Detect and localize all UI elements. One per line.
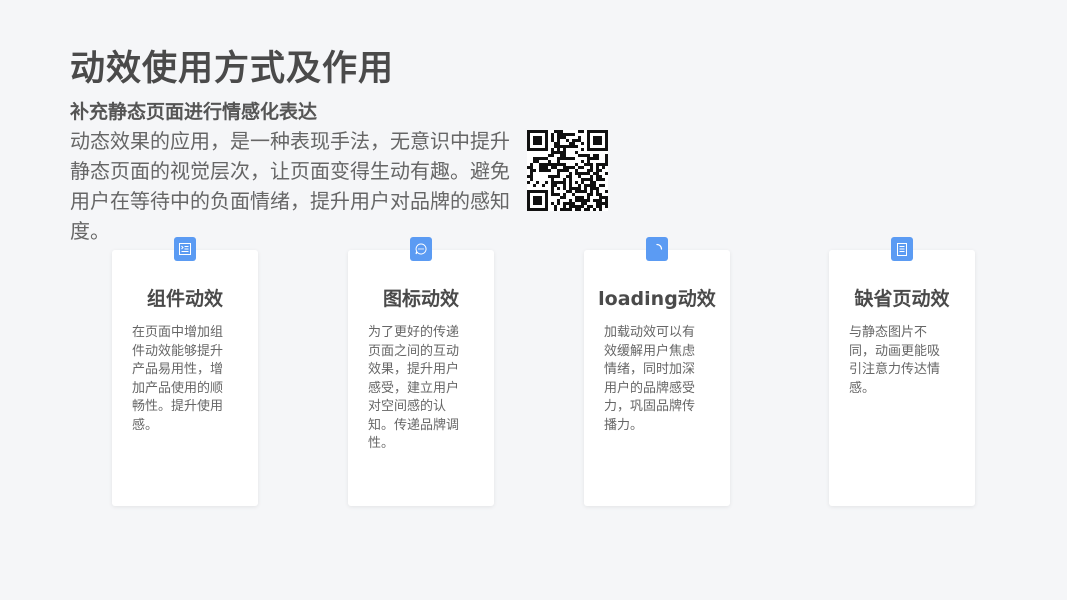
card-title: 图标动效 [382, 288, 459, 310]
card-title: 组件动效 [146, 288, 223, 310]
card-description: 与静态图片不同，动画更能吸引注意力传达情感。 [849, 325, 941, 396]
card-loading-motion: loading动效 加载动效可以有效缓解用户焦虑情绪，同时加深用户的品牌感受力，… [584, 237, 730, 506]
slide: 动效使用方式及作用 补充静态页面进行情感化表达 动态效果的应用，是一种表现手法，… [0, 0, 1067, 600]
card-description: 在页面中增加组件动效能够提升产品易用性，增加产品使用的顺畅性。提升使用感。 [132, 325, 224, 433]
card-icon-motion: 图标动效 为了更好的传递页面之间的互动效果，提升用户感受，建立用户对空间感的认知… [348, 237, 494, 506]
card-component-motion: 组件动效 在页面中增加组件动效能够提升产品易用性，增加产品使用的顺畅性。提升使用… [112, 237, 258, 506]
document-icon [891, 237, 913, 261]
card-title: loading动效 [598, 288, 716, 310]
qr-code-image [527, 130, 608, 211]
intro-paragraph: 动态效果的应用，是一种表现手法，无意识中提升静态页面的视觉层次，让页面变得生动有… [70, 129, 510, 243]
list-icon [174, 237, 196, 261]
page-title: 动效使用方式及作用 [70, 49, 395, 89]
loading-spinner-icon [646, 237, 668, 261]
qr-code-icon [527, 130, 608, 211]
card-empty-state-motion: 缺省页动效 与静态图片不同，动画更能吸引注意力传达情感。 [829, 237, 975, 506]
card-description: 加载动效可以有效缓解用户焦虑情绪，同时加深用户的品牌感受力，巩固品牌传播力。 [604, 325, 696, 433]
card-description: 为了更好的传递页面之间的互动效果，提升用户感受，建立用户对空间感的认知。传递品牌… [368, 325, 460, 451]
card-title: 缺省页动效 [854, 288, 950, 310]
page-subtitle: 补充静态页面进行情感化表达 [70, 101, 318, 123]
chat-bubble-icon [410, 237, 432, 261]
